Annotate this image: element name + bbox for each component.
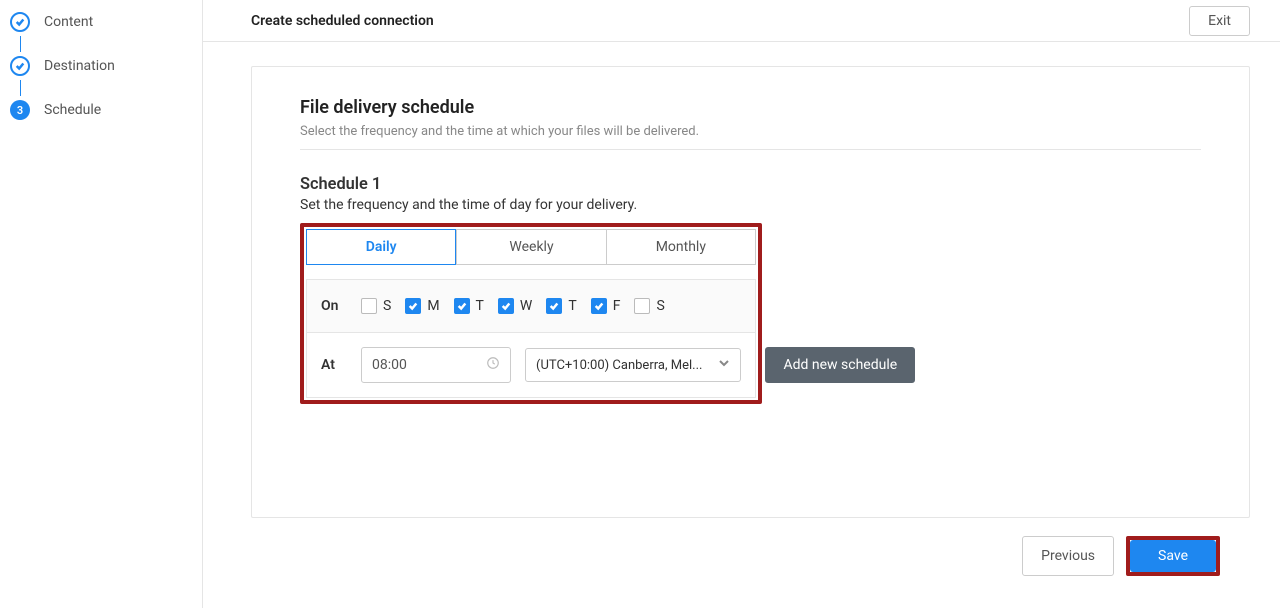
day-option-1: M	[405, 298, 439, 314]
topbar: Create scheduled connection Exit	[203, 0, 1280, 42]
save-button[interactable]: Save	[1130, 540, 1216, 572]
section-subtitle: Select the frequency and the time at whi…	[300, 124, 1201, 139]
time-selector-row: At 08:00 (UTC+10:00) Canberra, Mel...	[307, 332, 755, 397]
day-label: W	[520, 298, 532, 314]
page-title: Create scheduled connection	[251, 13, 434, 29]
day-checkbox[interactable]	[454, 298, 470, 314]
day-label: S	[656, 298, 664, 314]
check-icon	[10, 56, 30, 76]
day-selector-row: On S M T W T F S	[307, 280, 755, 332]
wizard-sidebar: Content Destination 3 Schedule	[0, 0, 203, 608]
day-checkbox[interactable]	[591, 298, 607, 314]
day-checkbox[interactable]	[498, 298, 514, 314]
day-option-6: S	[634, 298, 664, 314]
footer-actions: Previous Save	[251, 518, 1250, 594]
day-label: T	[568, 298, 576, 314]
schedule-title: Schedule 1	[300, 174, 1201, 193]
time-input[interactable]: 08:00	[361, 347, 511, 383]
at-label: At	[321, 357, 347, 373]
day-label: M	[427, 298, 439, 314]
schedule-subtitle: Set the frequency and the time of day fo…	[300, 197, 1201, 213]
tab-daily[interactable]: Daily	[306, 229, 456, 265]
step-label: Schedule	[44, 102, 101, 118]
step-schedule[interactable]: 3 Schedule	[10, 96, 192, 124]
step-connector	[20, 36, 21, 52]
day-option-2: T	[454, 298, 484, 314]
step-number-icon: 3	[10, 100, 30, 120]
timezone-value: (UTC+10:00) Canberra, Mel...	[536, 358, 702, 373]
day-checkbox[interactable]	[405, 298, 421, 314]
clock-icon	[486, 356, 500, 374]
day-checkbox[interactable]	[546, 298, 562, 314]
day-label: F	[613, 298, 621, 314]
step-destination[interactable]: Destination	[10, 52, 192, 80]
day-label: S	[383, 298, 391, 314]
tab-weekly[interactable]: Weekly	[456, 229, 606, 265]
day-option-4: T	[546, 298, 576, 314]
schedule-config-highlight: Daily Weekly Monthly On S M T W T F S At 08:00	[300, 223, 762, 404]
day-option-0: S	[361, 298, 391, 314]
section-title: File delivery schedule	[300, 97, 1201, 118]
day-label: T	[476, 298, 484, 314]
step-label: Content	[44, 14, 93, 30]
divider	[300, 149, 1201, 150]
day-option-3: W	[498, 298, 532, 314]
content-card: File delivery schedule Select the freque…	[251, 66, 1250, 518]
on-label: On	[321, 298, 347, 314]
day-option-5: F	[591, 298, 621, 314]
step-label: Destination	[44, 58, 115, 74]
day-checkbox[interactable]	[634, 298, 650, 314]
tab-monthly[interactable]: Monthly	[607, 229, 756, 265]
chevron-down-icon	[718, 357, 730, 373]
main-content: Create scheduled connection Exit File de…	[203, 0, 1280, 608]
add-schedule-button[interactable]: Add new schedule	[765, 347, 915, 383]
check-icon	[10, 12, 30, 32]
schedule-panel: On S M T W T F S At 08:00	[306, 279, 756, 398]
day-checkbox[interactable]	[361, 298, 377, 314]
frequency-tabs: Daily Weekly Monthly	[306, 229, 756, 265]
step-connector	[20, 80, 21, 96]
exit-button[interactable]: Exit	[1189, 6, 1250, 36]
previous-button[interactable]: Previous	[1022, 536, 1114, 576]
time-value: 08:00	[372, 357, 407, 373]
timezone-select[interactable]: (UTC+10:00) Canberra, Mel...	[525, 348, 741, 382]
step-content[interactable]: Content	[10, 8, 192, 36]
save-highlight: Save	[1126, 536, 1220, 576]
